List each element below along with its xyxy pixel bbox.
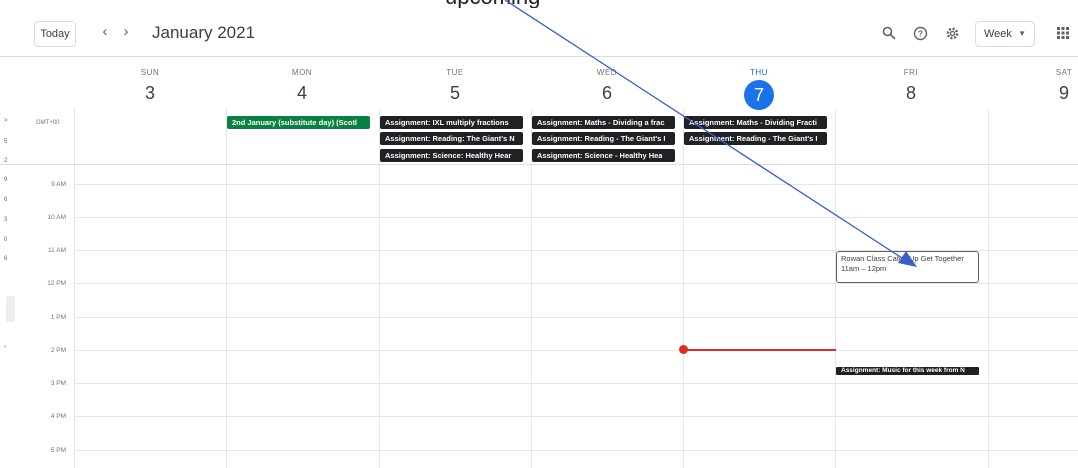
day-header-thu[interactable]: THU 7 [683,56,835,110]
event-time: 11am – 12pm [841,264,887,273]
day-number[interactable]: 8 [835,83,987,104]
allday-event[interactable]: Assignment: IXL multiply fractions [380,116,523,129]
sidebar-fragment: › [4,344,6,350]
day-header-sun[interactable]: SUN 3 [74,56,226,108]
apps-grid-icon[interactable] [1056,26,1070,40]
day-name: WED [596,68,618,77]
day-header-sat[interactable]: SAT 9 [988,56,1078,108]
allday-event[interactable]: Assignment: Reading - The Giant's I [532,132,675,145]
sidebar-fragment: 3 [4,217,8,223]
sidebar-fragment: 9 [4,177,8,183]
allday-divider [0,164,1078,165]
hour-label: 4 PM [50,413,66,420]
current-month-title: January 2021 [152,23,256,42]
hour-label: 12 PM [47,280,66,287]
hour-label: 1 PM [50,314,66,321]
day-header-wed[interactable]: WED 6 [531,56,683,108]
sidebar-fragment: 6 [4,256,8,262]
sidebar-fragment: 5 [4,139,8,145]
grid-divider [531,108,532,468]
holiday-event[interactable]: 2nd January (substitute day) (Scotl [227,116,370,129]
day-number[interactable]: 5 [379,83,531,104]
grid-divider [74,283,1078,284]
settings-gear-icon[interactable] [943,24,961,42]
rowan-class-event[interactable]: Rowan Class Catch Up Get Together 11am –… [836,251,979,283]
help-icon[interactable]: ? [911,24,929,42]
hour-label: 10 AM [47,214,66,221]
hour-label: 5 PM [50,447,66,454]
day-number[interactable]: 9 [988,83,1078,104]
grid-divider [74,416,1078,417]
previous-week-button[interactable]: ‹ [97,23,113,40]
day-number[interactable]: 6 [531,83,683,104]
day-header-tue[interactable]: TUE 5 [379,56,531,108]
cropped-heading-text: upcoming [445,0,595,8]
day-number[interactable]: 3 [74,83,226,104]
current-time-line [684,349,836,351]
grid-divider [379,108,380,468]
day-name: THU [750,68,768,77]
day-header-mon[interactable]: MON 4 [226,56,378,108]
day-name: SUN [140,68,160,77]
grid-divider [74,450,1078,451]
allday-event[interactable]: Assignment: Science: Healthy Hear [380,149,523,162]
day-name: FRI [903,68,919,77]
view-selector[interactable]: Week ▼ [975,21,1035,47]
allday-event[interactable]: Assignment: Reading: The Giant's N [380,132,523,145]
grid-divider [74,108,75,468]
grid-divider [74,184,1078,185]
grid-divider [74,350,1078,351]
allday-event[interactable]: Assignment: Maths - Dividing Fracti [684,116,827,129]
sidebar-fragment: 0 [4,237,8,243]
grid-divider [226,108,227,468]
today-day-number[interactable]: 7 [744,80,774,110]
day-name: TUE [446,68,464,77]
day-header-fri[interactable]: FRI 8 [835,56,987,108]
allday-event[interactable]: Assignment: Reading - The Giant's I [684,132,827,145]
event-title: Rowan Class Catch Up Get Together [841,254,964,263]
grid-divider [835,108,836,468]
allday-event[interactable]: Assignment: Maths - Dividing a frac [532,116,675,129]
grid-divider [74,383,1078,384]
sidebar-fragment: > [4,118,8,124]
music-assignment-event[interactable]: Assignment: Music for this week from N [836,367,979,375]
grid-divider [74,217,1078,218]
hour-label: 3 PM [50,380,66,387]
current-time-dot [679,345,688,354]
dropdown-caret-icon: ▼ [1018,29,1026,38]
today-button[interactable]: Today [34,21,76,47]
hour-label: 11 AM [48,247,66,254]
allday-event[interactable]: Assignment: Science - Healthy Hea [532,149,675,162]
sidebar-scroll-thumb[interactable] [6,296,15,322]
view-selector-label: Week [984,28,1012,40]
day-name: SAT [1055,68,1073,77]
hour-label: 2 PM [50,347,66,354]
svg-text:?: ? [918,29,923,38]
day-name: MON [291,68,313,77]
day-number[interactable]: 4 [226,83,378,104]
search-icon[interactable] [880,24,898,42]
sidebar-fragment: 2 [4,158,8,164]
timezone-label: GMT+00 [36,120,60,126]
hour-label: 9 AM [51,181,66,188]
grid-divider [683,108,684,468]
calendar-toolbar: Today ‹ › January 2021 ? Week ▼ [0,12,1078,57]
next-week-button[interactable]: › [118,23,134,40]
grid-divider [74,317,1078,318]
sidebar-fragment: 6 [4,197,8,203]
grid-divider [988,108,989,468]
